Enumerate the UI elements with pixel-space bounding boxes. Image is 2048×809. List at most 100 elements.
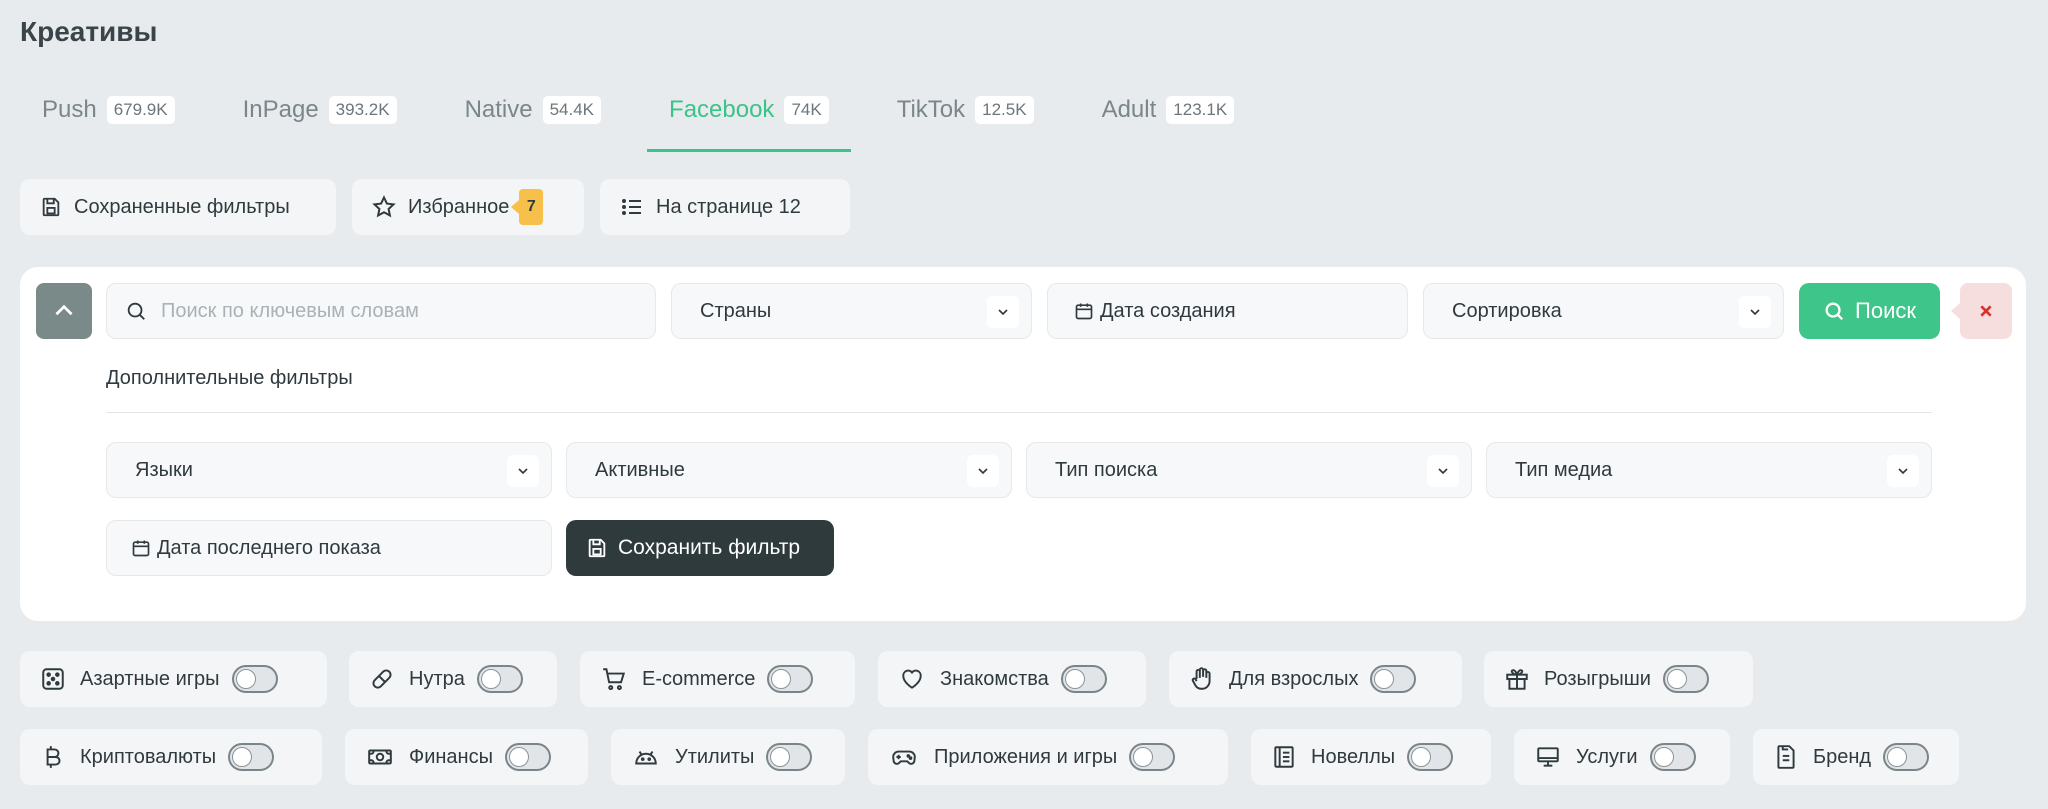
media-type-select[interactable]: Тип медиа — [1486, 442, 1932, 498]
last-shown-date-picker[interactable]: Дата последнего показа — [106, 520, 552, 576]
favorites-label: Избранное — [408, 195, 510, 218]
category-toggle[interactable] — [504, 743, 551, 771]
category-gambling[interactable]: Азартные игры — [20, 651, 327, 707]
tab-inpage[interactable]: InPage 393.2K — [221, 80, 419, 140]
category-apps-games[interactable]: Приложения и игры — [868, 729, 1228, 785]
category-toggle[interactable] — [1883, 743, 1930, 771]
save-filter-label: Сохранить фильтр — [618, 536, 801, 559]
tab-adult[interactable]: Adult 123.1K — [1080, 80, 1257, 140]
category-toggle[interactable] — [766, 743, 813, 771]
category-label: Услуги — [1576, 745, 1638, 768]
tab-label: InPage — [242, 96, 319, 123]
calendar-icon — [132, 540, 150, 557]
search-type-label: Тип поиска — [1055, 458, 1158, 481]
category-label: Для взрослых — [1229, 667, 1359, 690]
category-toggle[interactable] — [1662, 665, 1709, 693]
category-utilities[interactable]: Утилиты — [611, 729, 845, 785]
category-toggle[interactable] — [1407, 743, 1454, 771]
chevron-down-icon — [1739, 296, 1771, 328]
tab-count-badge: 679.9K — [106, 96, 175, 124]
category-toggle[interactable] — [767, 665, 814, 693]
chevron-down-icon — [987, 296, 1019, 328]
category-crypto[interactable]: Криптовалюты — [20, 729, 322, 785]
filter-panel: Страны Дата создания Сортировка Поиск До… — [20, 267, 2026, 621]
category-finance[interactable]: Финансы — [345, 729, 588, 785]
sort-label: Сортировка — [1452, 299, 1562, 322]
category-toggle[interactable] — [1060, 665, 1107, 693]
tab-count-badge: 54.4K — [542, 96, 602, 124]
search-icon — [127, 302, 145, 320]
chevron-down-icon — [507, 455, 539, 487]
tab-native[interactable]: Native 54.4K — [443, 80, 623, 140]
hand-icon — [1189, 665, 1215, 693]
category-adult[interactable]: Для взрослых — [1169, 651, 1462, 707]
category-toggle[interactable] — [228, 743, 275, 771]
tab-label: Native — [464, 96, 533, 123]
floppy-disk-icon — [588, 538, 606, 558]
tab-facebook[interactable]: Facebook 74K — [647, 80, 851, 152]
keyword-search-field[interactable] — [106, 283, 656, 339]
list-icon — [622, 199, 641, 215]
category-label: Нутра — [409, 667, 465, 690]
category-novels[interactable]: Новеллы — [1251, 729, 1491, 785]
saved-filters-button[interactable]: Сохраненные фильтры — [20, 179, 336, 235]
monitor-icon — [1534, 744, 1562, 770]
category-label: Приложения и игры — [934, 745, 1118, 768]
tab-tiktok[interactable]: TikTok 12.5K — [875, 80, 1056, 140]
category-toggle[interactable] — [476, 665, 523, 693]
calendar-icon — [1075, 303, 1093, 320]
extra-filters-heading: Дополнительные фильтры — [106, 367, 353, 389]
category-toggle[interactable] — [231, 665, 278, 693]
collapse-filters-button[interactable] — [36, 283, 92, 339]
chevron-down-icon — [1887, 455, 1919, 487]
heart-icon — [898, 666, 926, 692]
dice-icon — [40, 666, 66, 692]
category-label: E-commerce — [642, 667, 756, 690]
search-icon — [1825, 302, 1844, 321]
chevron-up-icon — [55, 304, 73, 316]
search-button[interactable]: Поиск — [1799, 283, 1940, 339]
star-icon — [372, 195, 396, 218]
page-title: Креативы — [20, 16, 158, 47]
tab-label: Adult — [1101, 96, 1157, 123]
category-label: Утилиты — [675, 745, 755, 768]
category-services[interactable]: Услуги — [1514, 729, 1730, 785]
favorites-button[interactable]: Избранное 7 — [352, 179, 584, 235]
category-label: Розыгрыши — [1544, 667, 1651, 690]
saved-filters-label: Сохраненные фильтры — [74, 195, 290, 218]
languages-label: Языки — [135, 458, 193, 481]
gamepad-icon — [888, 744, 920, 770]
created-date-picker[interactable]: Дата создания — [1047, 283, 1408, 339]
category-nutra[interactable]: Нутра — [349, 651, 557, 707]
cash-icon — [365, 744, 395, 770]
per-page-button[interactable]: На странице 12 — [600, 179, 850, 235]
source-tabs: Push 679.9K InPage 393.2K Native 54.4K F… — [20, 80, 1256, 152]
sort-select[interactable]: Сортировка — [1423, 283, 1784, 339]
favorites-count-badge: 7 — [511, 189, 544, 225]
android-icon — [631, 744, 661, 770]
book-icon — [1271, 744, 1297, 770]
languages-select[interactable]: Языки — [106, 442, 552, 498]
category-ecommerce[interactable]: E-commerce — [580, 651, 855, 707]
tab-count-badge: 12.5K — [975, 96, 1034, 124]
tab-count-badge: 393.2K — [328, 96, 397, 124]
clear-filters-button[interactable] — [1951, 283, 2012, 339]
category-giveaways[interactable]: Розыгрыши — [1484, 651, 1753, 707]
cart-icon — [600, 666, 628, 692]
per-page-label: На странице 12 — [656, 195, 801, 218]
floppy-disk-icon — [42, 197, 60, 217]
pill-icon — [369, 666, 395, 692]
category-brand[interactable]: Бренд — [1753, 729, 1959, 785]
category-toggle[interactable] — [1129, 743, 1176, 771]
tab-push[interactable]: Push 679.9K — [20, 80, 197, 140]
tab-label: TikTok — [896, 96, 966, 123]
search-button-label: Поиск — [1855, 298, 1916, 323]
category-toggle[interactable] — [1649, 743, 1696, 771]
active-select[interactable]: Активные — [566, 442, 1012, 498]
search-type-select[interactable]: Тип поиска — [1026, 442, 1472, 498]
category-dating[interactable]: Знакомства — [878, 651, 1146, 707]
countries-select[interactable]: Страны — [671, 283, 1032, 339]
save-filter-button[interactable]: Сохранить фильтр — [566, 520, 834, 576]
search-input[interactable] — [161, 299, 621, 323]
category-toggle[interactable] — [1370, 665, 1417, 693]
